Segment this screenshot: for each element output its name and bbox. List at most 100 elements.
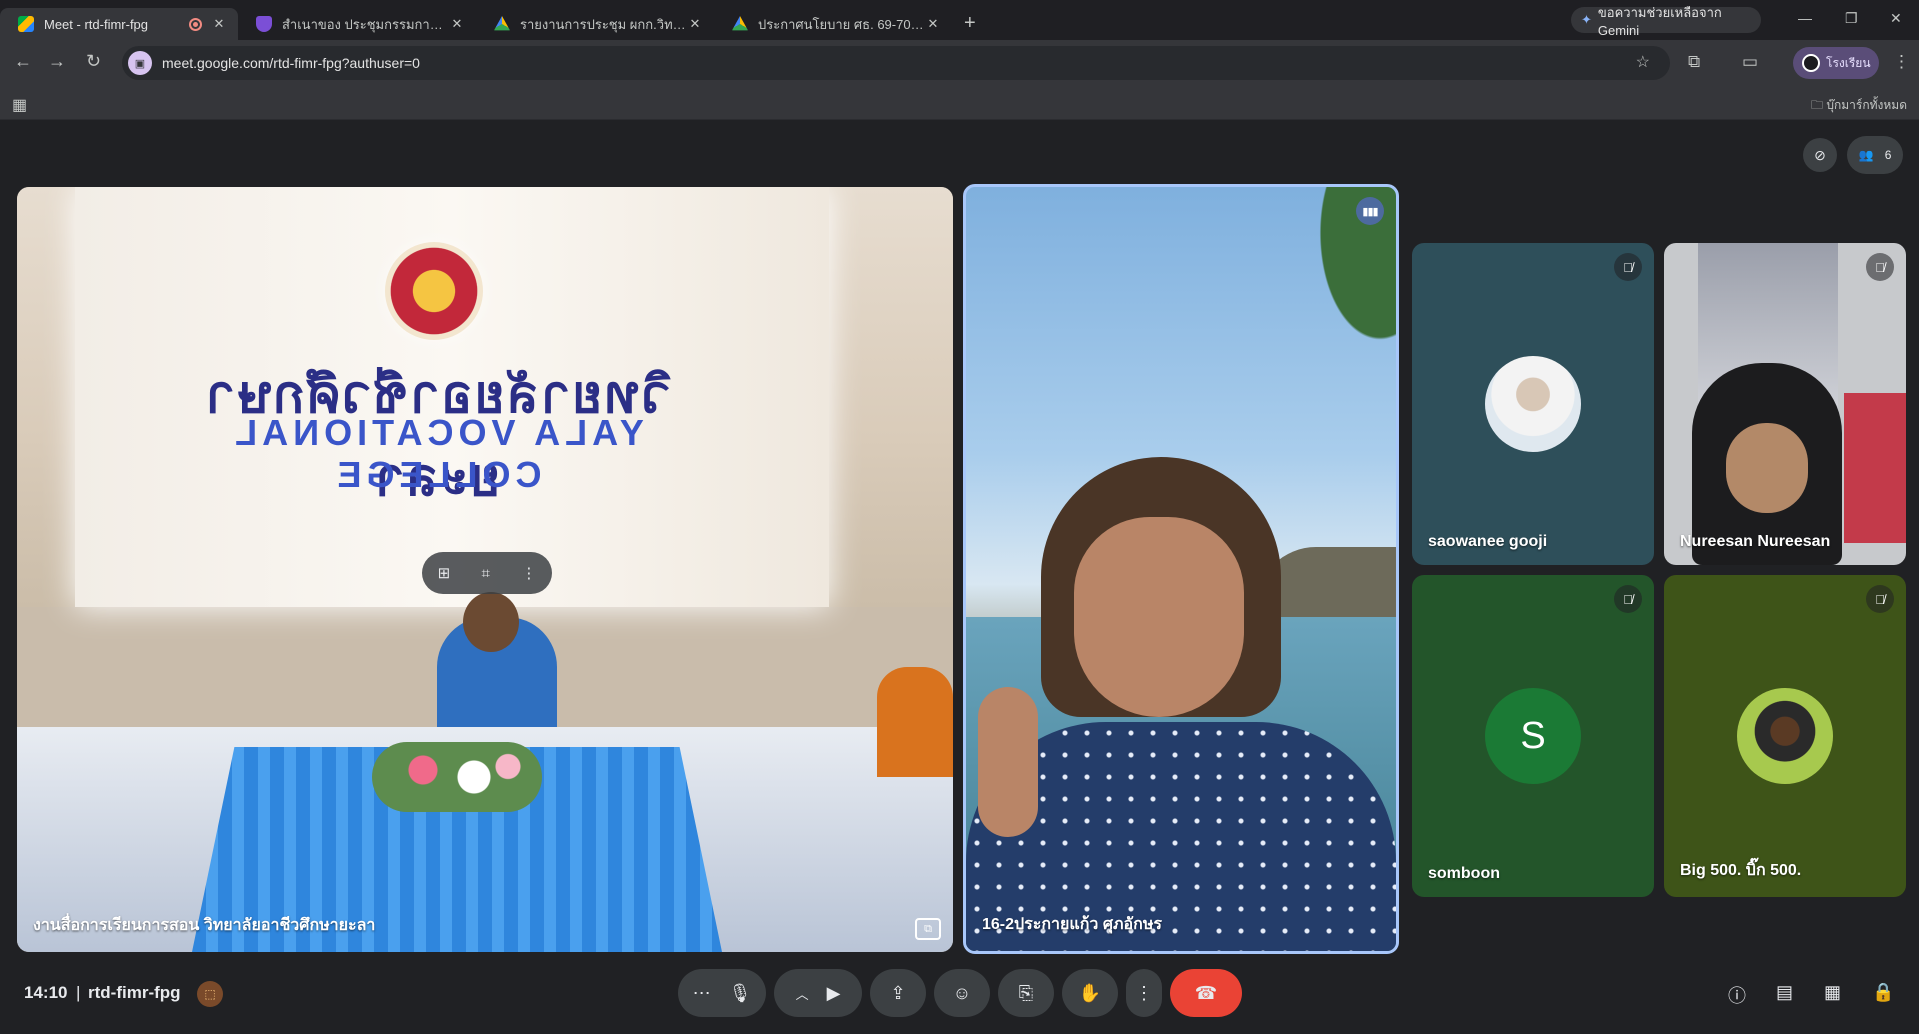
tab-drive-report[interactable]: รายงานการประชุม ผกก.วิทยาลัย ครั้ง ✕ <box>476 8 714 40</box>
tab-forms[interactable]: สำเนาของ ประชุมกรรมการวิทยาลัย - ✕ <box>238 8 476 40</box>
site-info-icon[interactable]: ▣ <box>128 51 152 75</box>
more-vert-icon: ⋮ <box>1135 982 1153 1003</box>
tab-meet[interactable]: Meet - rtd-fimr-fpg ✕ <box>0 8 238 40</box>
picture-in-picture-icon[interactable]: ⧉ <box>915 918 941 940</box>
close-tab-icon[interactable]: ✕ <box>924 15 942 33</box>
avatar <box>1737 688 1833 784</box>
close-tab-icon[interactable]: ✕ <box>448 15 466 33</box>
meeting-info-icon[interactable]: ⓘ <box>1728 982 1746 1008</box>
wall-sign-english: YALA VOCATIONAL COLLEGE <box>230 412 644 495</box>
video-tile-speaker[interactable]: ▮▮▮ 16-2ประกายแก้ว ศุภอักษร <box>963 184 1399 954</box>
close-tab-icon[interactable]: ✕ <box>210 15 228 33</box>
present-button[interactable]: ⇪ <box>870 969 926 1017</box>
participant-name: Big 500. บิ๊ก 500. <box>1680 862 1802 879</box>
host-controls-icon[interactable]: ⬚ <box>197 981 223 1007</box>
chat-icon[interactable]: ▤ <box>1776 982 1793 1003</box>
participant-name: Nureesan Nureesan <box>1680 533 1831 550</box>
gemini-button[interactable]: ✦ ขอความช่วยเหลือจาก Gemini <box>1571 5 1761 38</box>
close-tab-icon[interactable]: ✕ <box>686 15 704 33</box>
browser-toolbar: ← → ↻ ▣ meet.google.com/rtd-fimr-fpg?aut… <box>0 40 1919 86</box>
gemini-label: ขอความช่วยเหลือจาก Gemini <box>1597 5 1722 38</box>
palm-tree <box>1276 187 1396 417</box>
participant-name: 16-2ประกายแก้ว ศุภอักษร <box>982 916 1162 933</box>
restore-icon[interactable]: ❐ <box>1845 10 1858 27</box>
cast-icon[interactable]: ▭ <box>1742 52 1758 72</box>
tab-title: Meet - rtd-fimr-fpg <box>44 16 149 32</box>
extensions-icon[interactable]: ⧉ <box>1688 52 1700 72</box>
college-seal-logo <box>385 242 483 340</box>
participant-face <box>1726 423 1808 513</box>
participant-tile[interactable]: 🎙̸ Nureesan Nureesan <box>1664 243 1906 565</box>
activities-icon[interactable]: ▦ <box>1824 982 1841 1003</box>
more-options-icon[interactable]: ⋮ <box>521 564 536 582</box>
tab-title: รายงานการประชุม ผกก.วิทยาลัย ครั้ง <box>520 16 686 32</box>
forward-icon[interactable]: → <box>48 51 66 72</box>
raise-hand-button[interactable]: ✋ <box>1062 969 1118 1017</box>
minimize-icon[interactable]: — <box>1798 10 1812 26</box>
participants-button[interactable]: 👥 6 <box>1847 136 1903 174</box>
camera-off-icon[interactable]: ⊘ <box>1803 138 1837 172</box>
profile-button[interactable]: โรงเรียน <box>1793 47 1879 79</box>
tab-title: ประกาศนโยบาย ศธ. 69-70 (ฉบับประ <box>758 16 924 32</box>
microphone-icon[interactable]: 🎙 <box>729 983 752 1004</box>
hand-icon: ✋ <box>1078 982 1102 1003</box>
tile-controls: ⊞ ⌗ ⋮ <box>422 552 552 594</box>
captions-button[interactable]: ⎘ <box>998 969 1054 1017</box>
leave-call-button[interactable]: ☎ <box>1170 969 1242 1017</box>
meet-logo-icon <box>18 16 34 32</box>
speaker-hand <box>978 687 1038 837</box>
participant-name: งานสื่อการเรียนการสอน วิทยาลัยอาชีวศึกษา… <box>33 917 376 934</box>
speaker-face <box>1074 517 1244 717</box>
all-bookmarks-label: บุ๊กมาร์กทั้งหมด <box>1826 98 1907 112</box>
url-text: meet.google.com/rtd-fimr-fpg?authuser=0 <box>162 55 420 71</box>
video-camera-icon[interactable]: ▶ <box>827 983 841 1004</box>
more-options-button[interactable]: ⋮ <box>1126 969 1162 1017</box>
notice-board <box>1844 393 1906 543</box>
reactions-button[interactable]: ☺ <box>934 969 990 1017</box>
phone-hangup-icon: ☎ <box>1194 982 1218 1003</box>
tab-drive-policy[interactable]: ประกาศนโยบาย ศธ. 69-70 (ฉบับประ ✕ <box>714 8 952 40</box>
unpin-icon[interactable]: ⌗ <box>482 565 490 582</box>
mic-off-icon: 🎙̸ <box>1614 253 1642 281</box>
present-screen-icon: ⇪ <box>890 982 906 1003</box>
frame-icon[interactable]: ⊞ <box>438 564 451 582</box>
captions-icon: ⎘ <box>1018 982 1034 1003</box>
flower-arrangement <box>372 742 542 812</box>
avatar-initial: S <box>1485 688 1581 784</box>
seated-person-head <box>463 592 519 652</box>
avatar <box>1485 356 1581 452</box>
more-audio-icon[interactable]: ⋯ <box>693 983 711 1004</box>
back-icon[interactable]: ← <box>14 51 32 72</box>
divider: | <box>76 983 81 1002</box>
meeting-time: 14:10 <box>24 983 68 1002</box>
meet-control-bar: 14:10 | rtd-fimr-fpg ⬚ ⋯ 🎙 ︿ ▶ ⇪ ☺ ⎘ ✋ ⋮… <box>0 958 1919 1034</box>
all-bookmarks-button[interactable]: 🗀 บุ๊กมาร์กทั้งหมด <box>1811 96 1907 117</box>
apps-grid-icon[interactable]: ▦ <box>12 95 27 115</box>
folder-icon: 🗀 <box>1811 98 1824 112</box>
mic-control[interactable]: ⋯ 🎙 <box>678 969 766 1017</box>
drive-logo-icon <box>494 16 510 31</box>
chevron-up-icon[interactable]: ︿ <box>796 984 809 1003</box>
video-tile-room[interactable]: วิทยาลัยอาชีวศึกษายะลา YALA VOCATIONAL C… <box>17 187 953 952</box>
monk-figure <box>877 667 953 777</box>
host-lock-icon[interactable]: 🔒 <box>1872 982 1894 1003</box>
shield-icon <box>256 16 272 32</box>
participant-tile[interactable]: S 🎙̸ somboon <box>1412 575 1654 897</box>
avatar <box>1802 54 1820 72</box>
participant-name: saowanee gooji <box>1428 533 1548 550</box>
bookmark-star-icon[interactable]: ☆ <box>1636 52 1650 72</box>
address-bar[interactable]: ▣ meet.google.com/rtd-fimr-fpg?authuser=… <box>122 46 1670 80</box>
camera-control[interactable]: ︿ ▶ <box>774 969 862 1017</box>
emoji-icon: ☺ <box>952 982 972 1003</box>
menu-icon[interactable]: ⋮ <box>1893 52 1910 72</box>
new-tab-icon[interactable]: + <box>964 12 976 35</box>
participant-tile[interactable]: 🎙̸ Big 500. บิ๊ก 500. <box>1664 575 1906 897</box>
close-window-icon[interactable]: ✕ <box>1890 10 1902 27</box>
gemini-sparkle-icon: ✦ <box>1581 12 1592 27</box>
mic-off-icon: 🎙̸ <box>1614 585 1642 613</box>
drive-logo-icon <box>732 16 748 31</box>
bookmarks-bar: ▦ 🗀 บุ๊กมาร์กทั้งหมด <box>0 86 1919 120</box>
tab-title: สำเนาของ ประชุมกรรมการวิทยาลัย - <box>282 16 448 32</box>
reload-icon[interactable]: ↻ <box>86 51 101 72</box>
participant-tile[interactable]: 🎙̸ saowanee gooji <box>1412 243 1654 565</box>
